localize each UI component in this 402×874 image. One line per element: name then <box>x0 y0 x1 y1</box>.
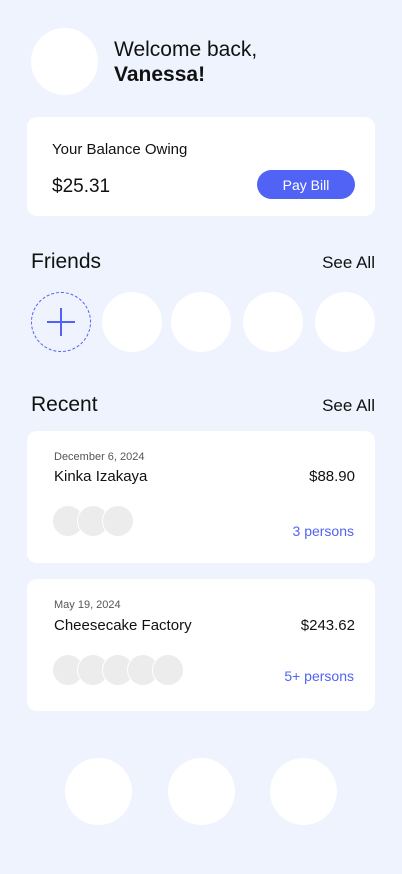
friend-avatar[interactable] <box>315 292 375 352</box>
bottom-nav-button[interactable] <box>168 758 235 825</box>
user-name: Vanessa! <box>114 63 206 86</box>
friend-avatar[interactable] <box>171 292 231 352</box>
transaction-amount: $88.90 <box>309 468 355 485</box>
transaction-title: Kinka Izakaya <box>54 468 148 485</box>
balance-amount: $25.31 <box>52 176 111 197</box>
transaction-persons: 5+ persons <box>284 668 354 684</box>
plus-icon <box>47 308 75 336</box>
pay-bill-button[interactable]: Pay Bill <box>257 170 355 199</box>
recent-see-all-link[interactable]: See All <box>322 396 375 416</box>
participant-avatar <box>152 654 184 686</box>
welcome-message: Welcome back, Vanessa! <box>114 37 257 87</box>
friends-see-all-link[interactable]: See All <box>322 253 375 273</box>
transaction-date: May 19, 2024 <box>54 599 121 611</box>
friend-avatar[interactable] <box>243 292 303 352</box>
transaction-title: Cheesecake Factory <box>54 617 192 634</box>
transaction-date: December 6, 2024 <box>54 451 145 463</box>
greeting-text: Welcome back, <box>114 38 258 61</box>
balance-label: Your Balance Owing <box>52 141 188 158</box>
participant-avatar <box>102 505 134 537</box>
friend-avatar[interactable] <box>102 292 162 352</box>
add-friend-button[interactable] <box>31 292 91 352</box>
transaction-persons: 3 persons <box>292 523 354 539</box>
balance-card <box>27 117 375 216</box>
bottom-nav-button[interactable] <box>270 758 337 825</box>
transaction-amount: $243.62 <box>300 617 355 634</box>
friends-title: Friends <box>31 250 102 273</box>
user-avatar[interactable] <box>31 28 98 95</box>
recent-title: Recent <box>31 393 98 416</box>
bottom-nav-button[interactable] <box>65 758 132 825</box>
